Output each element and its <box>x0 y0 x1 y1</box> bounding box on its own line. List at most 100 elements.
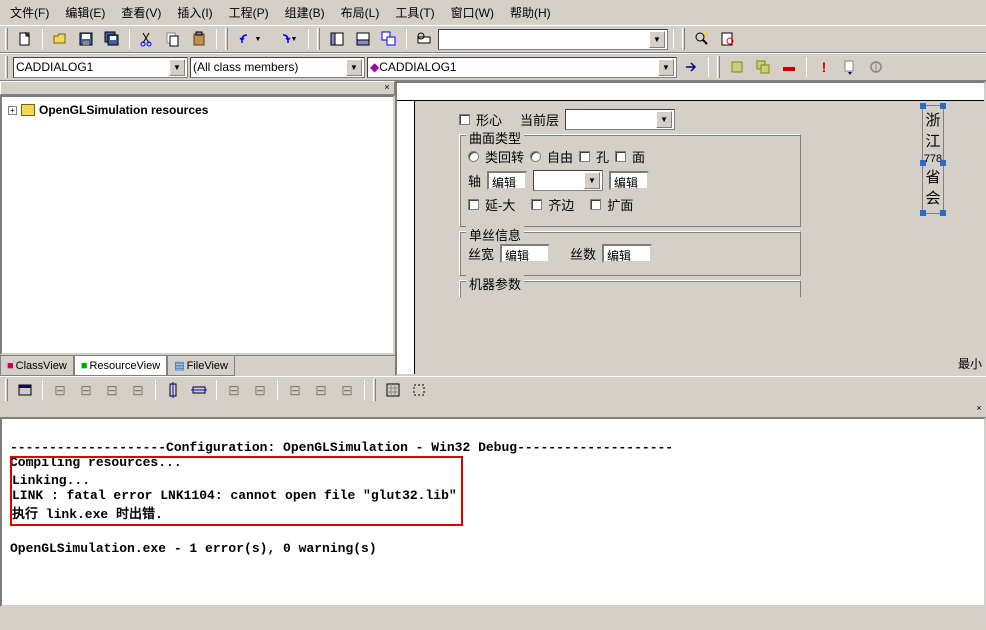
center-vert-icon[interactable] <box>161 379 185 401</box>
window-list-icon[interactable] <box>377 28 401 50</box>
dropdown-arrow-icon[interactable]: ▼ <box>584 172 600 189</box>
combo[interactable]: ▼ <box>533 170 603 191</box>
menu-build[interactable]: 组建(B) <box>279 2 331 23</box>
space-down-icon[interactable]: ⊟ <box>248 379 272 401</box>
edit-field[interactable]: 编辑 <box>609 171 649 190</box>
new-file-icon[interactable] <box>13 28 37 50</box>
horizontal-ruler[interactable] <box>397 83 984 101</box>
function-combo[interactable]: ◆ CADDIALOG1▼ <box>367 57 677 78</box>
menu-layout[interactable]: 布局(L) <box>335 2 386 23</box>
copy-icon[interactable] <box>161 28 185 50</box>
go-icon[interactable] <box>838 56 862 78</box>
toolbar-grip[interactable] <box>225 28 228 50</box>
undo-icon[interactable]: ▼ <box>233 28 267 50</box>
breakpoint-icon[interactable] <box>864 56 888 78</box>
find-icon[interactable] <box>412 28 436 50</box>
execute-icon[interactable]: ! <box>812 56 836 78</box>
vertical-ruler[interactable] <box>397 101 415 374</box>
dropdown-arrow-icon[interactable]: ▼ <box>656 111 672 128</box>
edit-field[interactable]: 编辑 <box>487 171 527 190</box>
build-icon[interactable] <box>725 56 749 78</box>
test-dialog-icon[interactable] <box>13 379 37 401</box>
workspace-icon[interactable] <box>325 28 349 50</box>
resource-tree[interactable]: + OpenGLSimulation resources <box>0 95 395 355</box>
align-bottom-icon[interactable]: ⊟ <box>126 379 150 401</box>
stop-build-icon[interactable] <box>777 56 801 78</box>
class-combo[interactable]: CADDIALOG1▼ <box>13 57 188 78</box>
selection-handle[interactable] <box>920 160 926 166</box>
edit-field[interactable]: 编辑 <box>500 244 550 263</box>
output-icon[interactable] <box>351 28 375 50</box>
same-width-icon[interactable]: ⊟ <box>283 379 307 401</box>
output-pane[interactable]: --------------------Configuration: OpenG… <box>0 417 986 607</box>
save-all-icon[interactable] <box>100 28 124 50</box>
redo-icon[interactable]: ▼ <box>269 28 303 50</box>
menu-project[interactable]: 工程(P) <box>223 2 275 23</box>
checkbox[interactable] <box>590 199 601 210</box>
edit-field[interactable]: 编辑 <box>602 244 652 263</box>
toolbar-grip[interactable] <box>682 28 685 50</box>
selection-handle[interactable] <box>920 103 926 109</box>
toolbar-grip[interactable] <box>5 56 8 78</box>
space-across-icon[interactable]: ⊟ <box>222 379 246 401</box>
checkbox[interactable] <box>531 199 542 210</box>
build-all-icon[interactable] <box>751 56 775 78</box>
dialog-preview[interactable]: 形心 当前层 ▼ 曲面类型 类回转 自由 孔 面 轴 编辑 ▼ <box>455 101 805 305</box>
selection-handle[interactable] <box>940 103 946 109</box>
search-icon[interactable] <box>716 28 740 50</box>
toggle-grid-icon[interactable] <box>381 379 405 401</box>
toolbar-grip[interactable] <box>373 379 376 401</box>
pane-close-icon[interactable]: × <box>380 82 394 94</box>
align-top-icon[interactable]: ⊟ <box>100 379 124 401</box>
selection-handle[interactable] <box>940 210 946 216</box>
checkbox[interactable] <box>579 151 590 162</box>
tab-fileview[interactable]: ▤FileView <box>167 356 235 376</box>
layer-combo[interactable]: ▼ <box>565 109 675 130</box>
toggle-guides-icon[interactable] <box>407 379 431 401</box>
same-size-icon[interactable]: ⊟ <box>335 379 359 401</box>
align-left-icon[interactable]: ⊟ <box>48 379 72 401</box>
save-icon[interactable] <box>74 28 98 50</box>
dropdown-arrow-icon[interactable]: ▼ <box>649 31 665 48</box>
tab-classview[interactable]: ■ClassView <box>0 356 74 376</box>
goto-icon[interactable] <box>679 56 703 78</box>
radio[interactable] <box>530 151 541 162</box>
tab-label: ClassView <box>16 360 67 372</box>
checkbox[interactable] <box>459 114 470 125</box>
menu-insert[interactable]: 插入(I) <box>171 2 218 23</box>
toolbar-grip[interactable] <box>5 28 8 50</box>
expand-icon[interactable]: + <box>8 106 17 115</box>
tree-root-item[interactable]: + OpenGLSimulation resources <box>6 101 389 119</box>
pane-close-icon[interactable]: × <box>972 403 986 415</box>
toolbar-grip[interactable] <box>317 28 320 50</box>
selection-handle[interactable] <box>920 210 926 216</box>
menu-view[interactable]: 查看(V) <box>115 2 167 23</box>
toolbar-grip[interactable] <box>717 56 720 78</box>
menu-tools[interactable]: 工具(T) <box>389 2 440 23</box>
checkbox[interactable] <box>615 151 626 162</box>
menu-help[interactable]: 帮助(H) <box>504 2 557 23</box>
dropdown-arrow-icon[interactable]: ▼ <box>658 59 674 76</box>
selection-handle[interactable] <box>940 160 946 166</box>
open-icon[interactable] <box>48 28 72 50</box>
menu-window[interactable]: 窗口(W) <box>445 2 500 23</box>
same-height-icon[interactable]: ⊟ <box>309 379 333 401</box>
radio[interactable] <box>468 151 479 162</box>
toolbar-grip[interactable] <box>5 379 8 401</box>
dropdown-arrow-icon[interactable]: ▼ <box>346 59 362 76</box>
find-in-files-icon[interactable] <box>690 28 714 50</box>
cut-icon[interactable] <box>135 28 159 50</box>
dropdown-arrow-icon[interactable]: ▼ <box>169 59 185 76</box>
checkbox[interactable] <box>468 199 479 210</box>
members-combo[interactable]: (All class members)▼ <box>190 57 365 78</box>
menu-file[interactable]: 文件(F) <box>4 2 55 23</box>
center-horiz-icon[interactable] <box>187 379 211 401</box>
paste-icon[interactable] <box>187 28 211 50</box>
design-surface[interactable]: 形心 当前层 ▼ 曲面类型 类回转 自由 孔 面 轴 编辑 ▼ <box>415 101 984 374</box>
find-combo[interactable]: ▼ <box>438 29 668 50</box>
vertical-text-control[interactable]: 浙 江 778 省 会 <box>922 105 944 214</box>
tab-resourceview[interactable]: ■ResourceView <box>74 356 167 376</box>
align-right-icon[interactable]: ⊟ <box>74 379 98 401</box>
label: 当前层 <box>520 110 559 129</box>
menu-edit[interactable]: 编辑(E) <box>59 2 111 23</box>
